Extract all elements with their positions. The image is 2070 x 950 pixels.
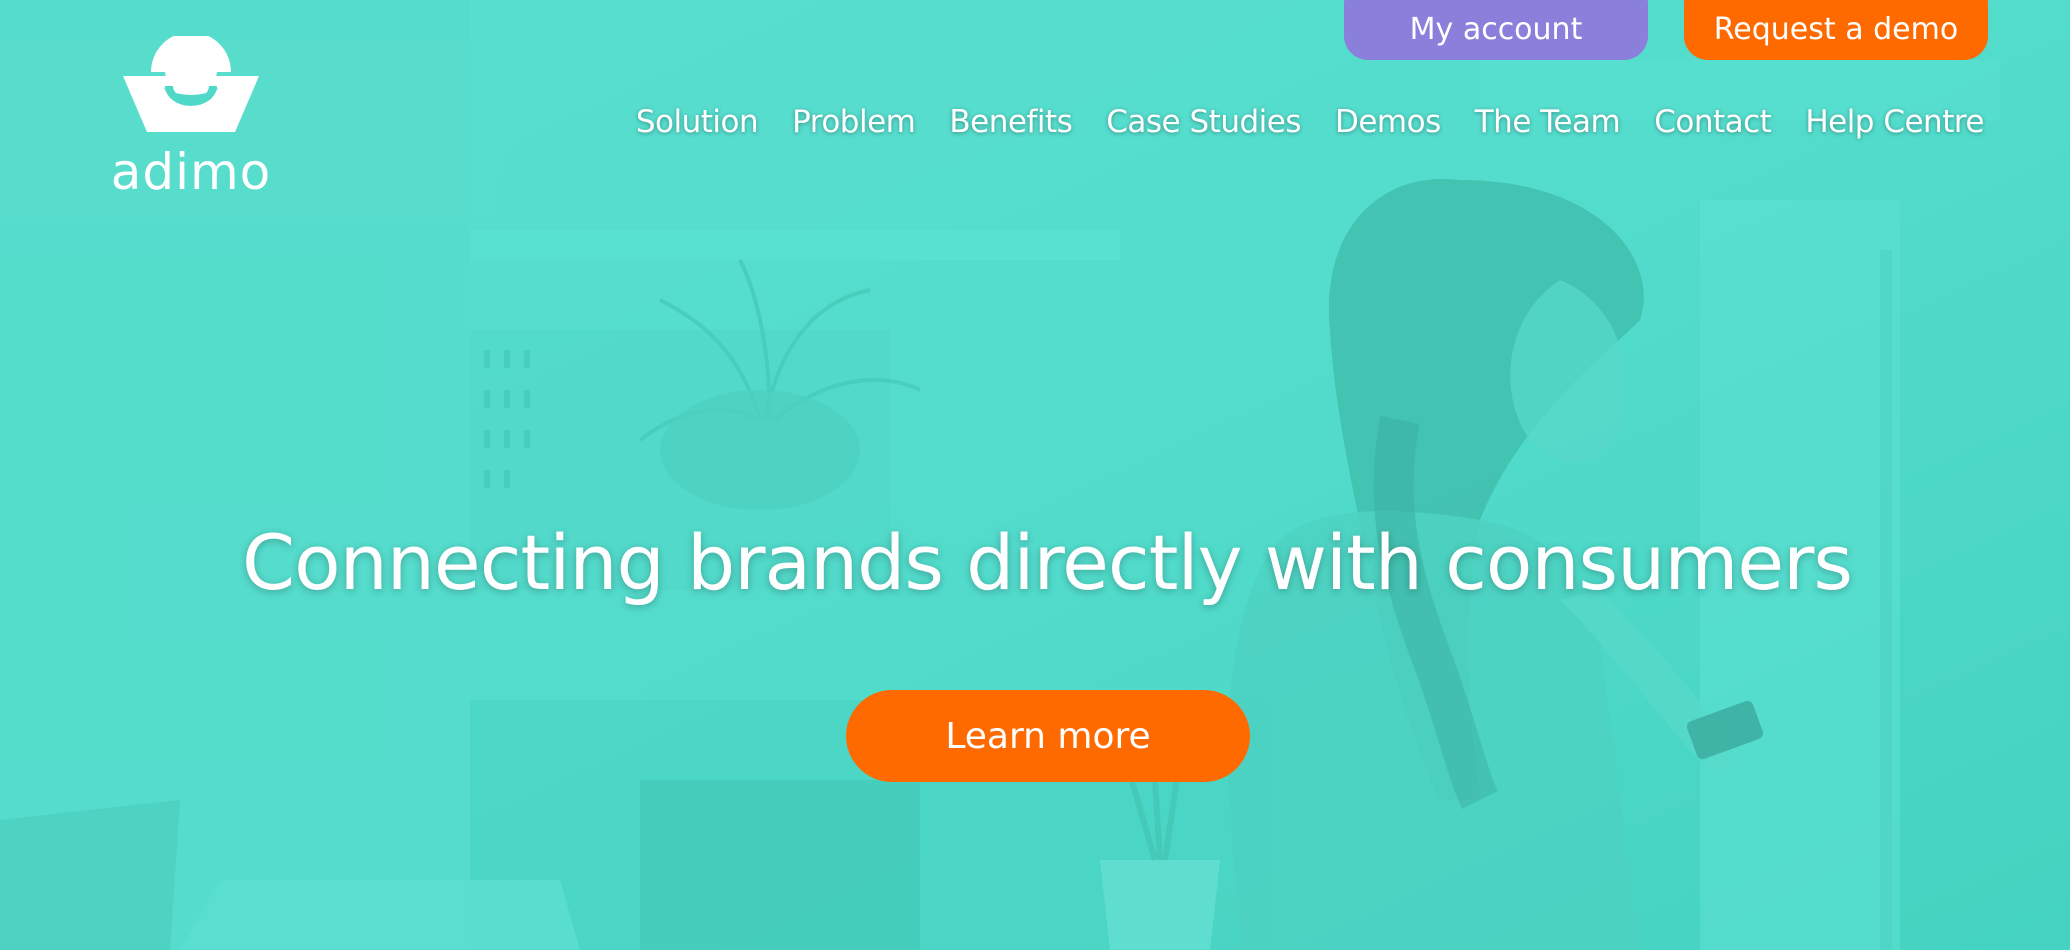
my-account-button[interactable]: My account [1344,0,1648,60]
nav-item-problem[interactable]: Problem [792,104,916,140]
nav-item-solution[interactable]: Solution [636,104,759,140]
hero-teal-overlay [0,0,2070,950]
nav-item-benefits[interactable]: Benefits [949,104,1072,140]
logo-wordmark: adimo [110,143,272,201]
request-demo-button[interactable]: Request a demo [1684,0,1988,60]
hero-section: adimo My account Request a demo Solution… [0,0,2070,950]
hero-headline: Connecting brands directly with consumer… [242,518,1853,607]
nav-item-demos[interactable]: Demos [1335,104,1441,140]
nav-item-contact[interactable]: Contact [1654,104,1772,140]
adimo-logo[interactable]: adimo [106,36,276,201]
main-nav: Solution Problem Benefits Case Studies D… [636,104,1985,140]
learn-more-button[interactable]: Learn more [846,690,1250,782]
adimo-logo-icon [123,36,259,132]
nav-item-case-studies[interactable]: Case Studies [1106,104,1301,140]
nav-item-the-team[interactable]: The Team [1475,104,1621,140]
nav-item-help-centre[interactable]: Help Centre [1805,104,1984,140]
